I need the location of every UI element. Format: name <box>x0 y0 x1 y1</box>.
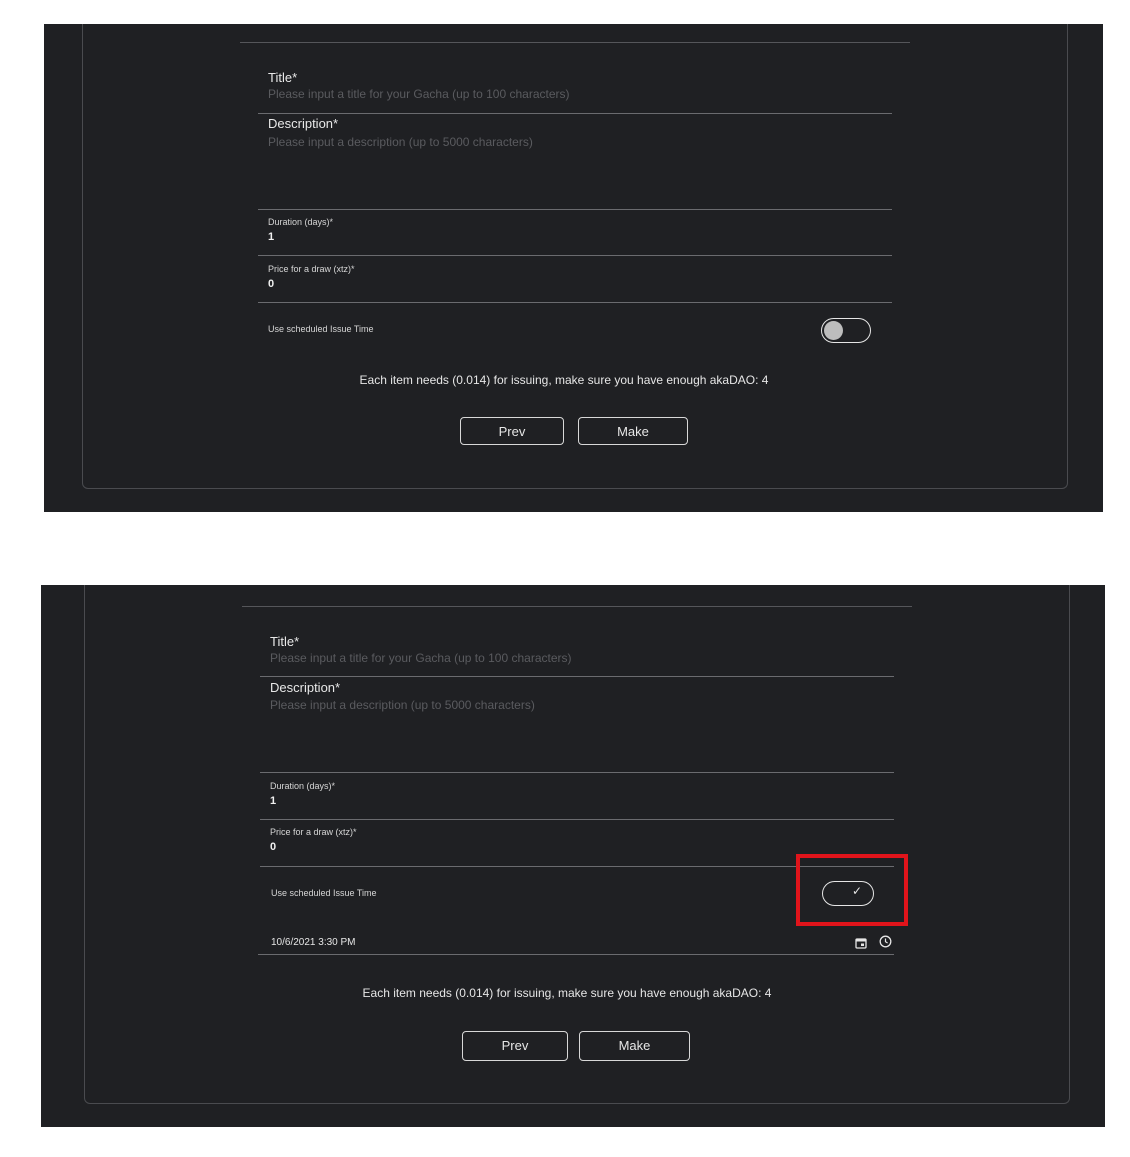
duration-field[interactable]: Duration (days)* 1 <box>258 210 892 256</box>
calendar-icon[interactable] <box>855 936 867 954</box>
duration-value[interactable]: 1 <box>270 795 276 807</box>
duration-field[interactable]: Duration (days)* 1 <box>260 773 894 820</box>
description-placeholder[interactable]: Please input a description (up to 5000 c… <box>268 135 533 149</box>
description-field[interactable]: Description* Please input a description … <box>260 677 894 773</box>
price-field[interactable]: Price for a draw (xtz)* 0 <box>258 256 892 303</box>
description-label: Description* <box>270 680 341 695</box>
scheduled-label: Use scheduled Issue Time <box>268 324 374 334</box>
title-placeholder[interactable]: Please input a title for your Gacha (up … <box>268 87 570 101</box>
description-field[interactable]: Description* Please input a description … <box>258 114 892 210</box>
toggle-highlight-box <box>796 854 908 926</box>
make-button[interactable]: Make <box>579 1031 690 1061</box>
scheduled-toggle[interactable] <box>821 318 871 343</box>
price-label: Price for a draw (xtz)* <box>270 827 357 837</box>
form-panel-toggle-on: Title* Please input a title for your Gac… <box>41 585 1105 1127</box>
make-button[interactable]: Make <box>578 417 688 445</box>
clock-icon[interactable] <box>879 935 892 953</box>
issuing-notice: Each item needs (0.014) for issuing, mak… <box>359 373 769 387</box>
duration-label: Duration (days)* <box>268 217 334 227</box>
duration-value[interactable]: 1 <box>268 231 274 243</box>
divider <box>242 606 912 607</box>
description-label: Description* <box>268 116 339 131</box>
form-panel-toggle-off: Title* Please input a title for your Gac… <box>44 24 1103 512</box>
title-field[interactable]: Title* Please input a title for your Gac… <box>260 631 894 677</box>
price-value[interactable]: 0 <box>268 278 274 290</box>
issuing-notice: Each item needs (0.014) for issuing, mak… <box>362 986 772 1000</box>
prev-button[interactable]: Prev <box>462 1031 568 1061</box>
scheduled-label: Use scheduled Issue Time <box>271 888 377 898</box>
price-label: Price for a draw (xtz)* <box>268 264 355 274</box>
description-placeholder[interactable]: Please input a description (up to 5000 c… <box>270 698 535 712</box>
price-value[interactable]: 0 <box>270 841 276 853</box>
prev-button[interactable]: Prev <box>460 417 564 445</box>
datetime-underline <box>258 954 894 955</box>
title-label: Title* <box>268 70 298 85</box>
title-label: Title* <box>270 634 300 649</box>
title-placeholder[interactable]: Please input a title for your Gacha (up … <box>270 651 572 665</box>
duration-label: Duration (days)* <box>270 781 336 791</box>
scheduled-datetime[interactable]: 10/6/2021 3:30 PM <box>271 937 356 948</box>
toggle-knob <box>824 321 843 340</box>
divider <box>240 42 910 43</box>
title-field[interactable]: Title* Please input a title for your Gac… <box>258 68 892 114</box>
